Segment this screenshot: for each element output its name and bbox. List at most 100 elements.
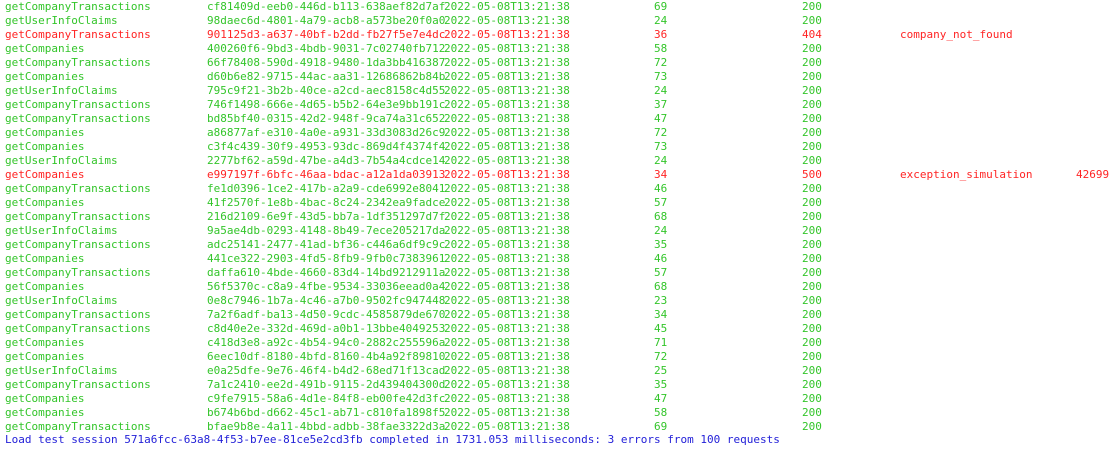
terminal-output: getCompanyTransactions cf81409d-eeb0-446d… [0, 0, 1112, 455]
duration-ms: 34 [654, 168, 668, 181]
request-id: 9a5ae4db-0293-4148-8b49-7ece205217da [207, 224, 446, 237]
timestamp: 2022-05-08T13:21:38 [444, 280, 570, 293]
log-row: getCompanies a86877af-e310-4a0e-a931-33d3… [0, 126, 1112, 140]
operation-name: getUserInfoClaims [5, 294, 118, 307]
request-id: e997197f-6bfc-46aa-bdac-a12a1da03913 [207, 168, 446, 181]
duration-ms: 57 [654, 266, 668, 279]
error-code: company_not_found [900, 28, 1013, 41]
log-row: getCompanyTransactions c8d40e2e-332d-469d… [0, 322, 1112, 336]
log-row: getCompanies 400260f6-9bd3-4bdb-9031-7c02… [0, 42, 1112, 56]
request-id: b674b6bd-d662-45c1-ab71-c810fa1898f5 [207, 406, 446, 419]
duration-ms: 72 [654, 56, 668, 69]
timestamp: 2022-05-08T13:21:38 [444, 350, 570, 363]
log-row: getUserInfoClaims 9a5ae4db-0293-4148-8b49… [0, 224, 1112, 238]
http-status: 200 [802, 350, 822, 363]
timestamp: 2022-05-08T13:21:38 [444, 196, 570, 209]
request-id: 795c9f21-3b2b-40ce-a2cd-aec8158c4d55 [207, 84, 446, 97]
request-id: daffa610-4bde-4660-83d4-14bd9212911a [207, 266, 446, 279]
duration-ms: 69 [654, 420, 668, 433]
timestamp: 2022-05-08T13:21:38 [444, 70, 570, 83]
http-status: 200 [802, 84, 822, 97]
http-status: 200 [802, 224, 822, 237]
request-id: fe1d0396-1ce2-417b-a2a9-cde6992e8041 [207, 182, 446, 195]
http-status: 200 [802, 308, 822, 321]
duration-ms: 58 [654, 406, 668, 419]
log-row: getCompanyTransactions 7a2f6adf-ba13-4d50… [0, 308, 1112, 322]
http-status: 200 [802, 14, 822, 27]
timestamp: 2022-05-08T13:21:38 [444, 14, 570, 27]
request-id: 216d2109-6e9f-43d5-bb7a-1df351297d7f [207, 210, 446, 223]
log-row: getCompanyTransactions 746f1498-666e-4d65… [0, 98, 1112, 112]
duration-ms: 25 [654, 364, 668, 377]
operation-name: getCompanies [5, 126, 85, 139]
log-row: getCompanyTransactions 7a1c2410-ee2d-491b… [0, 378, 1112, 392]
operation-name: getCompanyTransactions [5, 56, 151, 69]
http-status: 500 [802, 168, 822, 181]
operation-name: getCompanies [5, 392, 85, 405]
log-row: getCompanies d60b6e82-9715-44ac-aa31-1268… [0, 70, 1112, 84]
timestamp: 2022-05-08T13:21:38 [444, 42, 570, 55]
operation-name: getUserInfoClaims [5, 364, 118, 377]
request-id: a86877af-e310-4a0e-a931-33d3083d26c9 [207, 126, 446, 139]
operation-name: getCompanies [5, 70, 85, 83]
duration-ms: 23 [654, 294, 668, 307]
log-row: getUserInfoClaims 795c9f21-3b2b-40ce-a2cd… [0, 84, 1112, 98]
request-id: c3f4c439-30f9-4953-93dc-869d4f4374f4 [207, 140, 446, 153]
timestamp: 2022-05-08T13:21:38 [444, 182, 570, 195]
log-row: getCompanies 6eec10df-8180-4bfd-8160-4b4a… [0, 350, 1112, 364]
operation-name: getCompanyTransactions [5, 112, 151, 125]
duration-ms: 34 [654, 308, 668, 321]
log-row: getCompanyTransactions fe1d0396-1ce2-417b… [0, 182, 1112, 196]
request-id: 66f78408-590d-4918-9480-1da3bb416387 [207, 56, 446, 69]
request-id: 0e8c7946-1b7a-4c46-a7b0-9502fc947448 [207, 294, 446, 307]
log-row: getUserInfoClaims 98daec6d-4801-4a79-acb8… [0, 14, 1112, 28]
operation-name: getCompanyTransactions [5, 182, 151, 195]
http-status: 200 [802, 266, 822, 279]
operation-name: getUserInfoClaims [5, 84, 118, 97]
duration-ms: 69 [654, 0, 668, 13]
timestamp: 2022-05-08T13:21:38 [444, 308, 570, 321]
error-detail: 42699 [1076, 168, 1110, 181]
operation-name: getUserInfoClaims [5, 14, 118, 27]
operation-name: getCompanyTransactions [5, 322, 151, 335]
duration-ms: 36 [654, 28, 668, 41]
duration-ms: 47 [654, 392, 668, 405]
request-id: 41f2570f-1e8b-4bac-8c24-2342ea9fadce [207, 196, 446, 209]
operation-name: getCompanies [5, 42, 85, 55]
log-row: getCompanyTransactions cf81409d-eeb0-446d… [0, 0, 1112, 14]
duration-ms: 24 [654, 84, 668, 97]
operation-name: getCompanies [5, 252, 85, 265]
log-row: getCompanies c9fe7915-58a6-4d1e-84f8-eb00… [0, 392, 1112, 406]
http-status: 200 [802, 154, 822, 167]
request-id: 746f1498-666e-4d65-b5b2-64e3e9bb191c [207, 98, 446, 111]
timestamp: 2022-05-08T13:21:38 [444, 266, 570, 279]
operation-name: getCompanyTransactions [5, 98, 151, 111]
timestamp: 2022-05-08T13:21:38 [444, 56, 570, 69]
operation-name: getCompanyTransactions [5, 308, 151, 321]
timestamp: 2022-05-08T13:21:38 [444, 252, 570, 265]
timestamp: 2022-05-08T13:21:38 [444, 364, 570, 377]
log-row: getCompanies 56f5370c-c8a9-4fbe-9534-3303… [0, 280, 1112, 294]
http-status: 200 [802, 56, 822, 69]
request-id: c9fe7915-58a6-4d1e-84f8-eb00fe42d3fc [207, 392, 446, 405]
load-test-summary: Load test session 571a6fcc-63a8-4f53-b7e… [5, 433, 780, 446]
operation-name: getCompanyTransactions [5, 0, 151, 13]
timestamp: 2022-05-08T13:21:38 [444, 84, 570, 97]
timestamp: 2022-05-08T13:21:38 [444, 336, 570, 349]
timestamp: 2022-05-08T13:21:38 [444, 126, 570, 139]
http-status: 200 [802, 378, 822, 391]
duration-ms: 72 [654, 126, 668, 139]
timestamp: 2022-05-08T13:21:38 [444, 322, 570, 335]
http-status: 200 [802, 210, 822, 223]
timestamp: 2022-05-08T13:21:38 [444, 0, 570, 13]
http-status: 200 [802, 252, 822, 265]
log-row: getUserInfoClaims 0e8c7946-1b7a-4c46-a7b0… [0, 294, 1112, 308]
duration-ms: 46 [654, 182, 668, 195]
duration-ms: 72 [654, 350, 668, 363]
operation-name: getCompanies [5, 168, 85, 181]
http-status: 200 [802, 280, 822, 293]
log-row: getCompanies c3f4c439-30f9-4953-93dc-869d… [0, 140, 1112, 154]
operation-name: getUserInfoClaims [5, 154, 118, 167]
duration-ms: 24 [654, 14, 668, 27]
timestamp: 2022-05-08T13:21:38 [444, 238, 570, 251]
